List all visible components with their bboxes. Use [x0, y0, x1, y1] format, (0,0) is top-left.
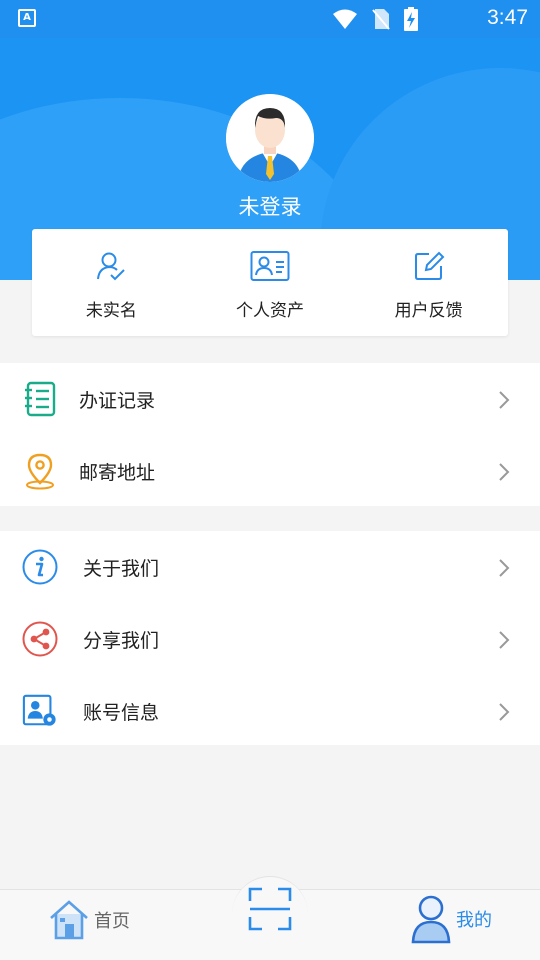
chevron-right-icon: [499, 559, 510, 577]
status-icons: [332, 7, 418, 31]
status-bar: A 3:47: [0, 0, 540, 38]
account-settings-icon: [22, 694, 56, 726]
menu-group-about: 关于我们 分享我们 账号信息: [0, 531, 540, 745]
menu-group-records: 办证记录 邮寄地址: [0, 363, 540, 506]
menu-item-label: 账号信息: [83, 701, 160, 724]
avatar[interactable]: [226, 94, 314, 182]
verify-user-icon: [97, 252, 126, 281]
chevron-right-icon: [499, 463, 510, 481]
menu-item-share-us[interactable]: 分享我们: [0, 603, 540, 675]
quick-action-verify[interactable]: 未实名: [32, 229, 191, 336]
feedback-edit-icon: [414, 251, 445, 280]
home-icon: [50, 900, 88, 940]
record-notebook-icon: [25, 381, 56, 417]
tab-mine-label: 我的: [456, 910, 492, 931]
app-notification-icon: A: [18, 9, 36, 27]
quick-actions-card: 未实名 个人资产 用户反馈: [32, 229, 508, 336]
tab-home[interactable]: 首页: [48, 898, 130, 942]
bottom-tab-bar: 首页 我的: [0, 876, 540, 960]
chevron-right-icon: [499, 631, 510, 649]
wifi-icon: [333, 9, 357, 29]
menu-item-account-info[interactable]: 账号信息: [0, 675, 540, 747]
user-profile-icon: [411, 895, 451, 944]
menu-item-records[interactable]: 办证记录: [0, 363, 540, 435]
no-sim-icon: [372, 9, 390, 30]
quick-action-label: 用户反馈: [394, 301, 463, 321]
chevron-right-icon: [499, 703, 510, 721]
tab-home-label: 首页: [94, 911, 130, 932]
user-avatar-icon: [226, 94, 314, 182]
chevron-right-icon: [499, 391, 510, 409]
quick-action-feedback[interactable]: 用户反馈: [349, 229, 508, 336]
tab-mine[interactable]: 我的: [410, 894, 492, 944]
info-icon: [22, 549, 58, 585]
menu-item-label: 邮寄地址: [79, 461, 156, 484]
menu-item-label: 关于我们: [83, 557, 160, 580]
quick-action-label: 未实名: [85, 301, 137, 321]
scan-icon[interactable]: [248, 887, 292, 931]
menu-item-about-us[interactable]: 关于我们: [0, 531, 540, 603]
location-pin-icon: [26, 453, 54, 490]
quick-action-assets[interactable]: 个人资产: [191, 229, 350, 336]
quick-action-label: 个人资产: [236, 301, 304, 321]
menu-item-label: 分享我们: [83, 629, 160, 652]
status-time: 3:47: [487, 6, 528, 29]
share-icon: [22, 621, 58, 657]
login-status[interactable]: 未登录: [0, 191, 540, 221]
id-card-icon: [250, 251, 290, 281]
menu-item-mailing-address[interactable]: 邮寄地址: [0, 435, 540, 507]
menu-item-label: 办证记录: [79, 389, 156, 412]
battery-charging-icon: [404, 7, 418, 31]
